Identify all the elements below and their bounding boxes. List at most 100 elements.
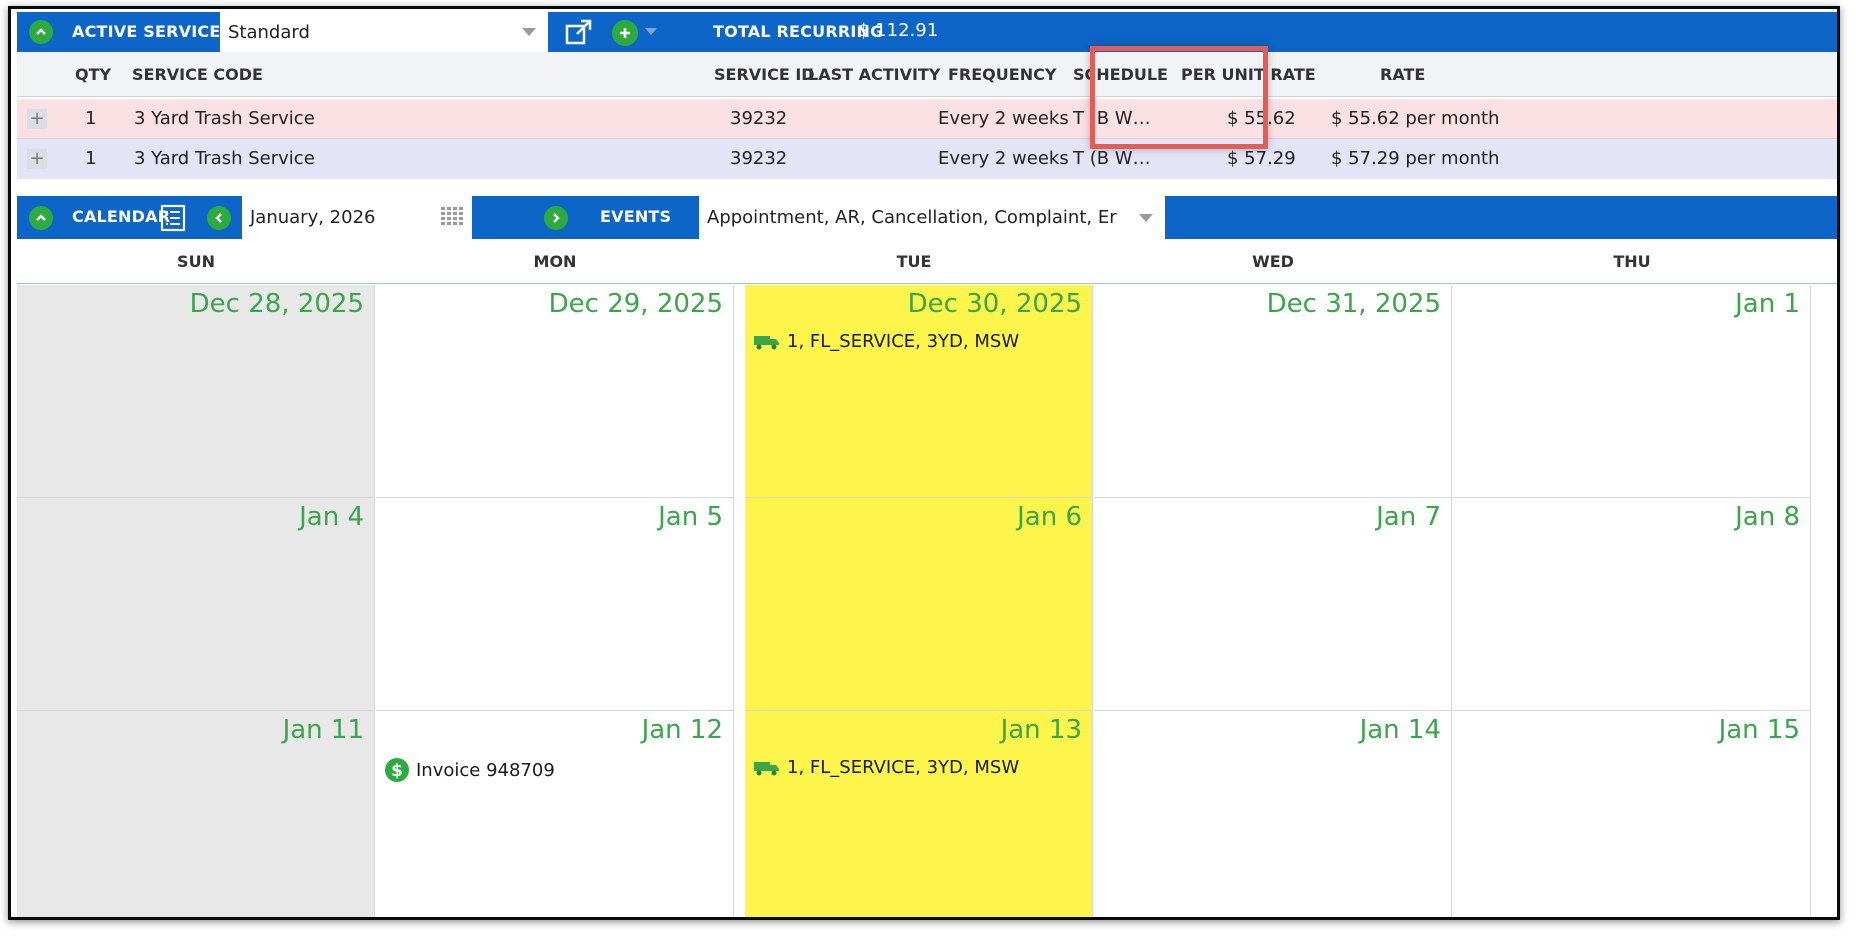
row-frequency: Every 2 weeks [938,148,1069,169]
day-header-mon: MON [533,252,577,271]
services-view-select[interactable]: Standard [220,12,548,52]
col-rate[interactable]: RATE [1380,52,1425,97]
chevron-up-icon [36,28,46,35]
active-services-bar: ACTIVE SERVICES (2) Standard TOTAL RECUR… [17,12,1837,52]
external-link-icon [565,19,592,45]
cell-date: Dec 31, 2025 [1266,289,1441,319]
calendar-day-headers: SUN MON TUE WED THU [17,239,1837,284]
row-frequency: Every 2 weeks [938,108,1069,129]
calendar-cell-today[interactable]: Dec 30, 2025 1, FL_SERVICE, 3YD, MSW [745,285,1093,498]
row-service-code: 3 Yard Trash Service [134,108,315,129]
calendar-cell[interactable]: Dec 28, 2025 [17,285,375,498]
cell-date: Jan 15 [1718,715,1800,745]
chevron-right-icon [553,213,560,223]
day-header-tue: TUE [896,252,932,271]
events-filter-select[interactable]: Appointment, AR, Cancellation, Complaint… [699,196,1165,239]
list-view-button[interactable] [160,204,186,236]
day-header-wed: WED [1252,252,1294,271]
add-service-button[interactable] [612,20,638,46]
row-qty: 1 [85,108,97,129]
calendar-cell[interactable]: Jan 12 $ Invoice 948709 [376,711,734,917]
cell-date: Jan 12 [641,715,723,745]
col-qty[interactable]: QTY [75,52,111,97]
cell-date: Jan 11 [282,715,364,745]
month-picker[interactable]: January, 2026 [242,196,472,239]
col-service-id[interactable]: SERVICE ID [714,52,815,97]
invoice-event[interactable]: $ Invoice 948709 [384,757,555,783]
total-recurring-value: $ 112.91 [858,20,939,41]
expand-row-button[interactable]: + [27,109,47,129]
col-frequency[interactable]: FREQUENCY [948,52,1056,97]
calendar-cell[interactable]: Jan 7 [1094,498,1452,711]
events-label: EVENTS [600,207,672,226]
row-service-id: 39232 [730,108,788,129]
external-link-button[interactable] [564,18,594,50]
calendar-cell[interactable]: Jan 8 [1453,498,1811,711]
app-window: ACTIVE SERVICES (2) Standard TOTAL RECUR… [8,6,1840,920]
cell-date: Dec 30, 2025 [907,289,1082,319]
service-event[interactable]: 1, FL_SERVICE, 3YD, MSW [753,757,1019,778]
table-row[interactable]: + 1 3 Yard Trash Service 39232 Every 2 w… [17,139,1837,179]
collapse-services-button[interactable] [29,20,53,44]
cell-date: Jan 5 [658,502,723,532]
cell-date: Dec 28, 2025 [189,289,364,319]
row-qty: 1 [85,148,97,169]
calendar-scroll-area[interactable] [1813,285,1837,917]
cell-date: Jan 8 [1735,502,1800,532]
calendar-title: CALENDAR [72,207,171,226]
collapse-calendar-button[interactable] [29,206,53,230]
col-last-activity[interactable]: LAST ACTIVITY [808,52,940,97]
truck-icon [754,335,779,349]
add-menu-caret-icon[interactable] [645,28,657,35]
row-service-id: 39232 [730,148,788,169]
service-event-label: 1, FL_SERVICE, 3YD, MSW [787,757,1020,778]
day-header-sun: SUN [177,252,215,271]
service-event[interactable]: 1, FL_SERVICE, 3YD, MSW [753,331,1019,352]
day-header-thu: THU [1613,252,1651,271]
cell-date: Jan 13 [1000,715,1082,745]
cell-date: Jan 6 [1017,502,1082,532]
chevron-down-icon [1139,214,1153,222]
service-event-label: 1, FL_SERVICE, 3YD, MSW [787,331,1020,352]
row-rate: $ 55.62 per month [1331,108,1500,129]
calendar-cell[interactable]: Jan 13 1, FL_SERVICE, 3YD, MSW [745,711,1093,917]
expand-row-button[interactable]: + [27,149,47,169]
calendar-grid: Dec 28, 2025 Dec 29, 2025 Dec 30, 2025 1… [17,285,1837,917]
events-filter-value: Appointment, AR, Cancellation, Complaint… [707,207,1117,228]
cell-date: Jan 14 [1359,715,1441,745]
cell-date: Jan 4 [299,502,364,532]
table-row[interactable]: + 1 3 Yard Trash Service 39232 Every 2 w… [17,99,1837,139]
calendar-cell[interactable]: Jan 6 [745,498,1093,711]
calendar-cell[interactable]: Dec 31, 2025 [1094,285,1452,498]
services-view-value: Standard [228,21,310,43]
calendar-cell[interactable]: Dec 29, 2025 [376,285,734,498]
calendar-cell[interactable]: Jan 4 [17,498,375,711]
invoice-event-label: Invoice 948709 [416,759,555,781]
calendar-cell[interactable]: Jan 14 [1094,711,1452,917]
cell-date: Jan 7 [1376,502,1441,532]
calendar-cell[interactable]: Jan 1 [1453,285,1811,498]
prev-month-button[interactable] [207,206,231,230]
next-month-button[interactable] [544,206,568,230]
calendar-cell[interactable]: Jan 5 [376,498,734,711]
calendar-cell[interactable]: Jan 15 [1453,711,1811,917]
truck-icon [754,761,779,775]
chevron-left-icon [215,213,222,223]
svg-text:$: $ [391,761,403,781]
chevron-up-icon [36,214,46,221]
calendar-cell[interactable]: Jan 11 [17,711,375,917]
col-service-code[interactable]: SERVICE CODE [132,52,263,97]
cell-date: Dec 29, 2025 [548,289,723,319]
month-picker-value: January, 2026 [250,207,376,228]
services-grid-header: QTY SERVICE CODE SERVICE ID LAST ACTIVIT… [17,52,1837,97]
row-rate: $ 57.29 per month [1331,148,1500,169]
row-service-code: 3 Yard Trash Service [134,148,315,169]
chevron-down-icon [522,28,536,36]
dollar-icon: $ [385,758,409,782]
calendar-bar: CALENDAR January, 2026 EVENTS Appointmen… [17,196,1837,239]
frequency-highlight-box [1090,46,1268,149]
cell-date: Jan 1 [1735,289,1800,319]
plus-icon [620,28,630,38]
calendar-grid-icon[interactable] [440,206,466,228]
list-icon [160,204,186,232]
